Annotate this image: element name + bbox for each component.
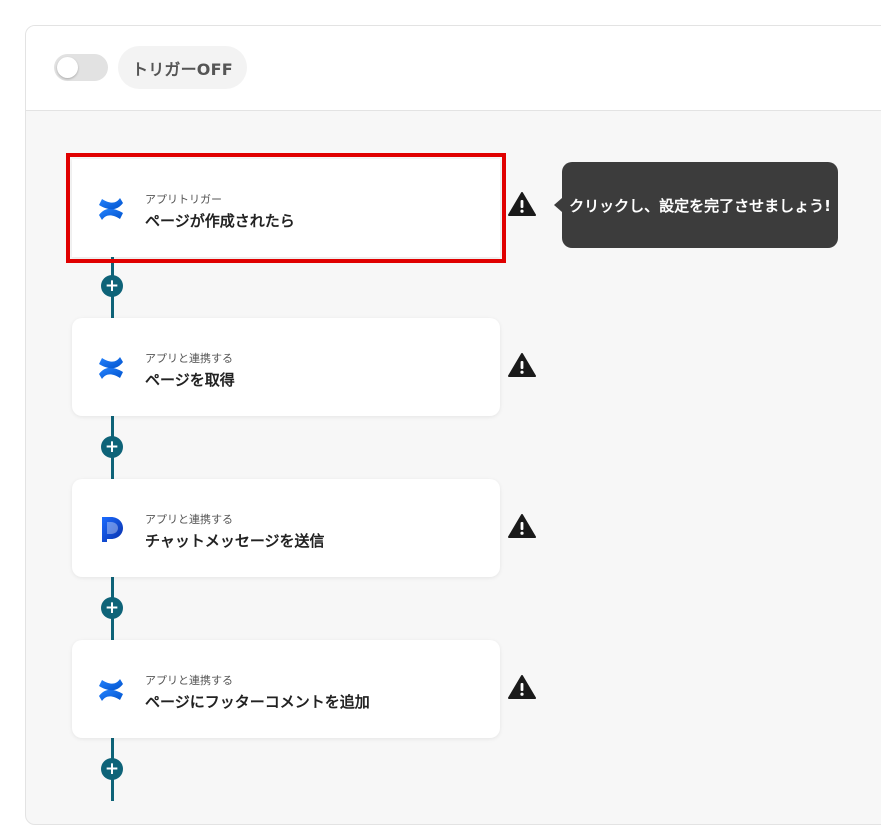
confluence-icon (99, 679, 123, 701)
step-title: ページにフッターコメントを追加 (145, 693, 370, 711)
warning-icon[interactable] (508, 674, 536, 700)
step-subtitle: アプリと連携する (145, 674, 233, 687)
step-card-2[interactable]: アプリと連携する ページを取得 (72, 318, 500, 416)
confluence-icon (99, 198, 123, 220)
trigger-status-label: トリガーOFF (118, 46, 247, 89)
trigger-toggle[interactable] (54, 54, 108, 81)
step-title: チャットメッセージを送信 (145, 532, 325, 550)
step-card-1[interactable]: アプリトリガー ページが作成されたら (66, 153, 506, 263)
step-card-3[interactable]: アプリと連携する チャットメッセージを送信 (72, 479, 500, 577)
panel-header: トリガーOFF (26, 26, 881, 111)
step-title: ページが作成されたら (145, 212, 295, 230)
toggle-knob (57, 57, 78, 78)
add-step-button[interactable]: + (101, 758, 123, 780)
step-subtitle: アプリトリガー (145, 193, 222, 206)
setup-tooltip: クリックし、設定を完了させましょう! (554, 162, 838, 248)
warning-icon[interactable] (508, 191, 536, 217)
add-step-button[interactable]: + (101, 597, 123, 619)
add-step-button[interactable]: + (101, 436, 123, 458)
step-card-4[interactable]: アプリと連携する ページにフッターコメントを追加 (72, 640, 500, 738)
confluence-icon (99, 357, 123, 379)
add-step-button[interactable]: + (101, 275, 123, 297)
chat-app-icon (102, 517, 123, 542)
step-subtitle: アプリと連携する (145, 513, 233, 526)
warning-icon[interactable] (508, 352, 536, 378)
warning-icon[interactable] (508, 513, 536, 539)
workflow-panel: トリガーOFF アプリトリガー ページが作成されたら クリックし、設定を完了させ… (25, 25, 881, 825)
step-title: ページを取得 (145, 371, 235, 389)
step-subtitle: アプリと連携する (145, 352, 233, 365)
